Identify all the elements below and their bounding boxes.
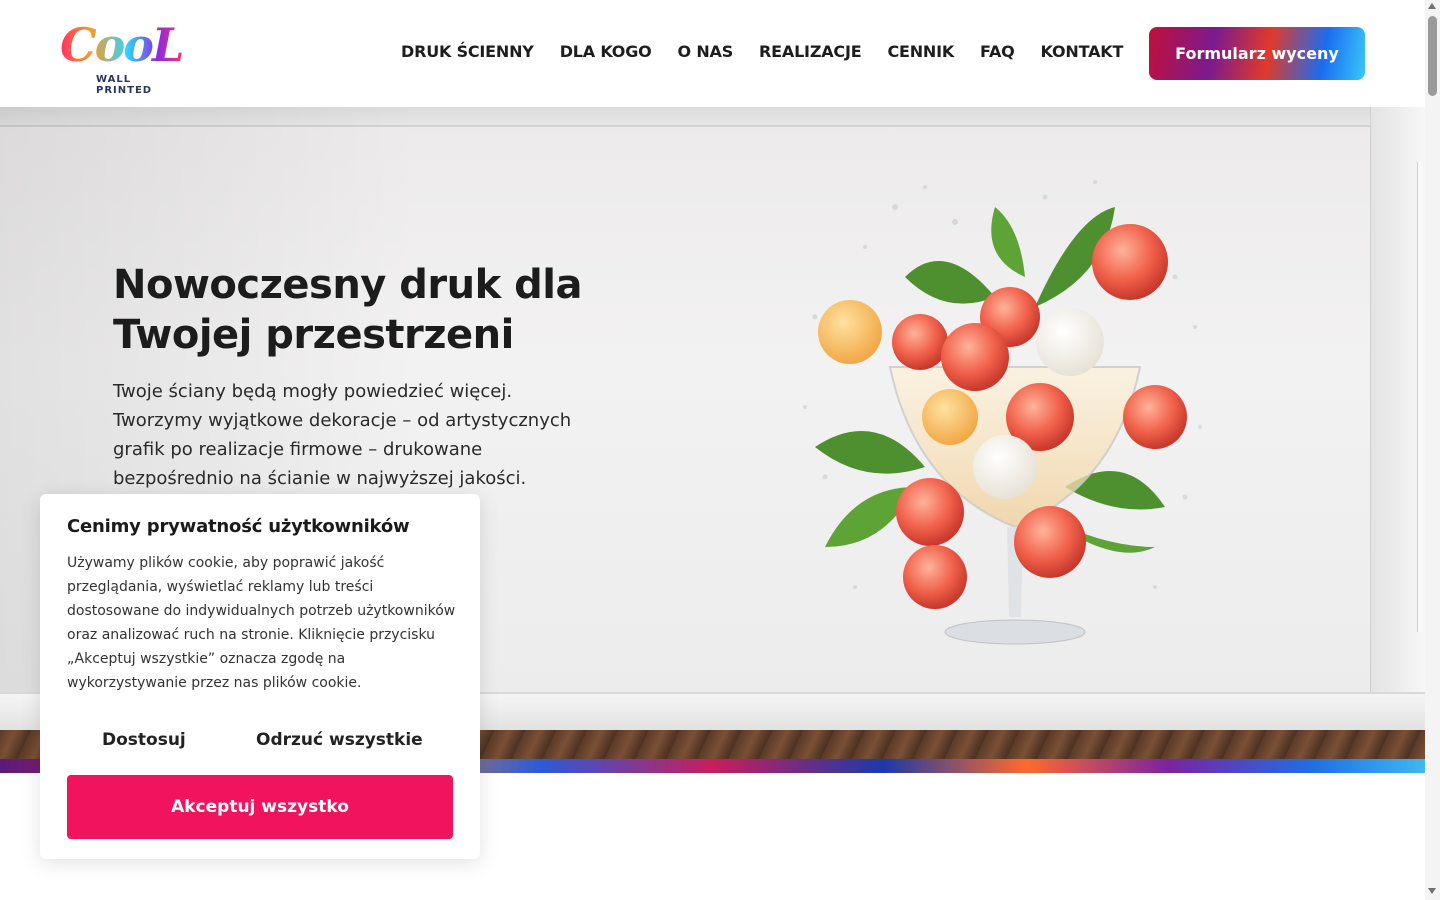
nav-item-dla-kogo[interactable]: DLA KOGO <box>547 42 665 61</box>
reject-all-button[interactable]: Odrzuć wszystkie <box>256 730 423 750</box>
scroll-up-icon[interactable] <box>1428 3 1436 9</box>
nav-item-cennik[interactable]: CENNIK <box>874 42 967 61</box>
hero-title-line2: Twojej przestrzeni <box>113 312 514 358</box>
site-header: CooL WALL PRINTED DRUK ŚCIENNY DLA KOGO … <box>0 0 1425 107</box>
logo[interactable]: CooL WALL PRINTED <box>58 18 188 96</box>
main-nav: DRUK ŚCIENNY DLA KOGO O NAS REALIZACJE C… <box>388 42 1136 61</box>
nav-item-o-nas[interactable]: O NAS <box>665 42 746 61</box>
accept-all-button[interactable]: Akceptuj wszystko <box>67 775 453 839</box>
lychee-cocktail-artwork-icon <box>803 180 1202 645</box>
hero-title-line1: Nowoczesny druk dla <box>113 262 583 308</box>
nav-item-druk-scienny[interactable]: DRUK ŚCIENNY <box>388 42 547 61</box>
cookie-dialog-text: Używamy plików cookie, aby poprawić jako… <box>67 555 456 691</box>
cookie-dialog-title: Cenimy prywatność użytkowników <box>67 516 410 537</box>
page-scrollbar[interactable] <box>1425 0 1440 900</box>
nav-item-faq[interactable]: FAQ <box>967 42 1027 61</box>
quote-form-button[interactable]: Formularz wyceny <box>1149 27 1365 80</box>
logo-tagline: WALL PRINTED <box>96 74 153 96</box>
nav-item-kontakt[interactable]: KONTAKT <box>1028 42 1137 61</box>
customize-button[interactable]: Dostosuj <box>102 730 186 750</box>
window-frame <box>1417 162 1423 632</box>
scroll-down-icon[interactable] <box>1428 888 1436 894</box>
logo-wordmark: CooL <box>60 18 184 72</box>
hero-description: Twoje ściany będą mogły powiedzieć więce… <box>113 381 572 489</box>
scrollbar-thumb[interactable] <box>1428 16 1437 96</box>
hero-title: Nowoczesny druk dla Twojej przestrzeni <box>113 260 633 360</box>
cookie-consent-dialog: Cenimy prywatność użytkowników Używamy p… <box>40 494 480 859</box>
nav-item-realizacje[interactable]: REALIZACJE <box>746 42 874 61</box>
